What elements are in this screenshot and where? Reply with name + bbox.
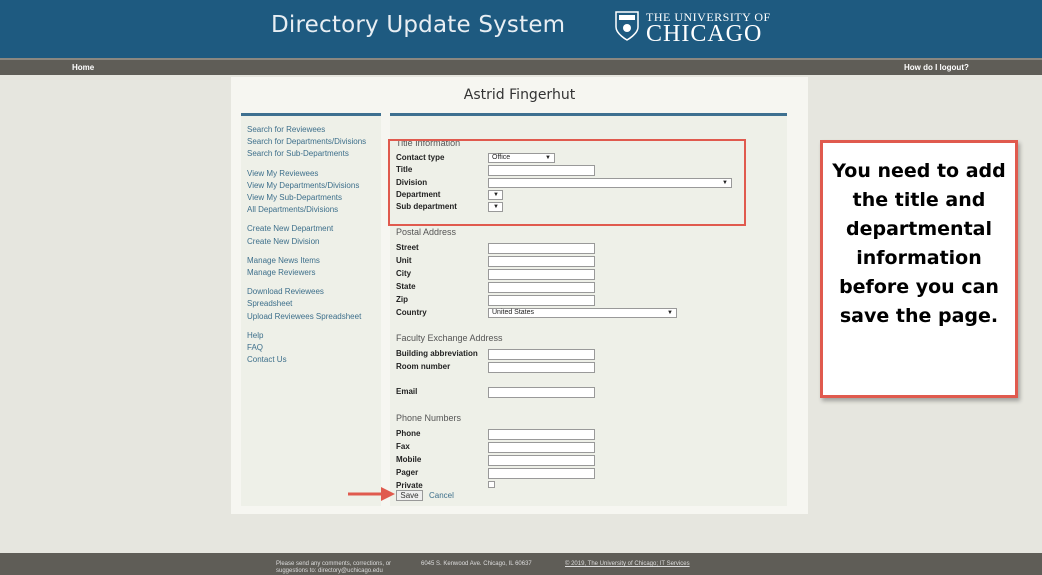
- unit-input[interactable]: [488, 256, 595, 267]
- fax-input[interactable]: [488, 442, 595, 453]
- sidebar-link-contact[interactable]: Contact Us: [247, 354, 377, 366]
- room-input[interactable]: [488, 362, 595, 373]
- email-input[interactable]: [488, 387, 595, 398]
- sidebar-group: Download Reviewees Spreadsheet Upload Re…: [247, 286, 377, 323]
- footer-comments: Please send any comments, corrections, o…: [276, 561, 392, 574]
- phone-input[interactable]: [488, 429, 595, 440]
- sidebar-link-my-subdepartments[interactable]: View My Sub-Departments: [247, 192, 377, 204]
- instruction-callout: You need to add the title and department…: [820, 140, 1018, 398]
- state-input[interactable]: [488, 282, 595, 293]
- sidebar-link-upload-spreadsheet[interactable]: Upload Reviewees Spreadsheet: [247, 311, 377, 323]
- sidebar-link-manage-reviewers[interactable]: Manage Reviewers: [247, 267, 377, 279]
- sidebar-group: Search for Reviewees Search for Departme…: [247, 124, 377, 161]
- country-label: Country: [396, 308, 427, 317]
- unit-label: Unit: [396, 256, 412, 265]
- logo-text-main: CHICAGO: [646, 21, 763, 47]
- save-button[interactable]: Save: [396, 490, 423, 501]
- mobile-input[interactable]: [488, 455, 595, 466]
- arrow-right-icon: [348, 487, 395, 501]
- city-label: City: [396, 269, 412, 278]
- nav-home-link[interactable]: Home: [72, 63, 94, 72]
- state-label: State: [396, 282, 416, 291]
- site-title: Directory Update System: [271, 12, 566, 38]
- sidebar-link-my-reviewees[interactable]: View My Reviewees: [247, 168, 377, 180]
- mobile-label: Mobile: [396, 455, 422, 464]
- page-title: Astrid Fingerhut: [463, 87, 576, 103]
- sidebar-group: View My Reviewees View My Departments/Di…: [247, 168, 377, 217]
- private-checkbox[interactable]: [488, 481, 495, 488]
- nav-logout-link[interactable]: How do I logout?: [904, 63, 969, 72]
- sidebar-link-search-reviewees[interactable]: Search for Reviewees: [247, 124, 377, 136]
- street-input[interactable]: [488, 243, 595, 254]
- sidebar-link-search-subdepartments[interactable]: Search for Sub-Departments: [247, 148, 377, 160]
- callout-text: You need to add the title and department…: [832, 160, 1006, 327]
- university-logo[interactable]: THE UNIVERSITY OF CHICAGO: [615, 9, 775, 49]
- cancel-link[interactable]: Cancel: [429, 491, 454, 500]
- zip-label: Zip: [396, 295, 408, 304]
- section-faculty-exchange: Faculty Exchange Address: [396, 333, 503, 343]
- sidebar-group: Help FAQ Contact Us: [247, 330, 377, 367]
- sidebar-link-create-division[interactable]: Create New Division: [247, 236, 377, 248]
- pager-label: Pager: [396, 468, 419, 477]
- sidebar-link-download-spreadsheet[interactable]: Download Reviewees Spreadsheet: [247, 286, 337, 310]
- sidebar-link-faq[interactable]: FAQ: [247, 342, 377, 354]
- chevron-down-icon: ▼: [667, 310, 673, 316]
- section-phone-numbers: Phone Numbers: [396, 413, 462, 423]
- street-label: Street: [396, 243, 419, 252]
- pager-input[interactable]: [488, 468, 595, 479]
- private-label: Private: [396, 481, 423, 490]
- sidebar: Search for Reviewees Search for Departme…: [241, 113, 381, 506]
- sidebar-link-create-department[interactable]: Create New Department: [247, 223, 377, 235]
- country-select[interactable]: United States ▼: [488, 308, 677, 318]
- sidebar-group: Manage News Items Manage Reviewers: [247, 255, 377, 279]
- footer-copyright-link[interactable]: © 2019, The University of Chicago; IT Se…: [565, 561, 695, 568]
- phone-label: Phone: [396, 429, 421, 438]
- section-postal-address: Postal Address: [396, 227, 457, 237]
- room-label: Room number: [396, 362, 451, 371]
- site-footer: Please send any comments, corrections, o…: [0, 553, 1042, 575]
- shield-icon: [615, 11, 639, 41]
- highlight-box: [388, 139, 746, 226]
- fax-label: Fax: [396, 442, 410, 451]
- site-header: Directory Update System THE UNIVERSITY O…: [0, 0, 1042, 58]
- sidebar-link-help[interactable]: Help: [247, 330, 377, 342]
- sidebar-link-search-departments[interactable]: Search for Departments/Divisions: [247, 136, 377, 148]
- footer-address: 6045 S. Kenwood Ave. Chicago, IL 60637: [421, 561, 532, 567]
- sidebar-link-all-departments[interactable]: All Departments/Divisions: [247, 204, 377, 216]
- email-label: Email: [396, 387, 418, 396]
- building-input[interactable]: [488, 349, 595, 360]
- zip-input[interactable]: [488, 295, 595, 306]
- nav-bar: Home How do I logout?: [0, 58, 1042, 75]
- country-value: United States: [492, 309, 535, 316]
- sidebar-link-my-departments[interactable]: View My Departments/Divisions: [247, 180, 377, 192]
- sidebar-group: Create New Department Create New Divisio…: [247, 223, 377, 247]
- city-input[interactable]: [488, 269, 595, 280]
- sidebar-link-manage-news[interactable]: Manage News Items: [247, 255, 377, 267]
- building-label: Building abbreviation: [396, 349, 478, 358]
